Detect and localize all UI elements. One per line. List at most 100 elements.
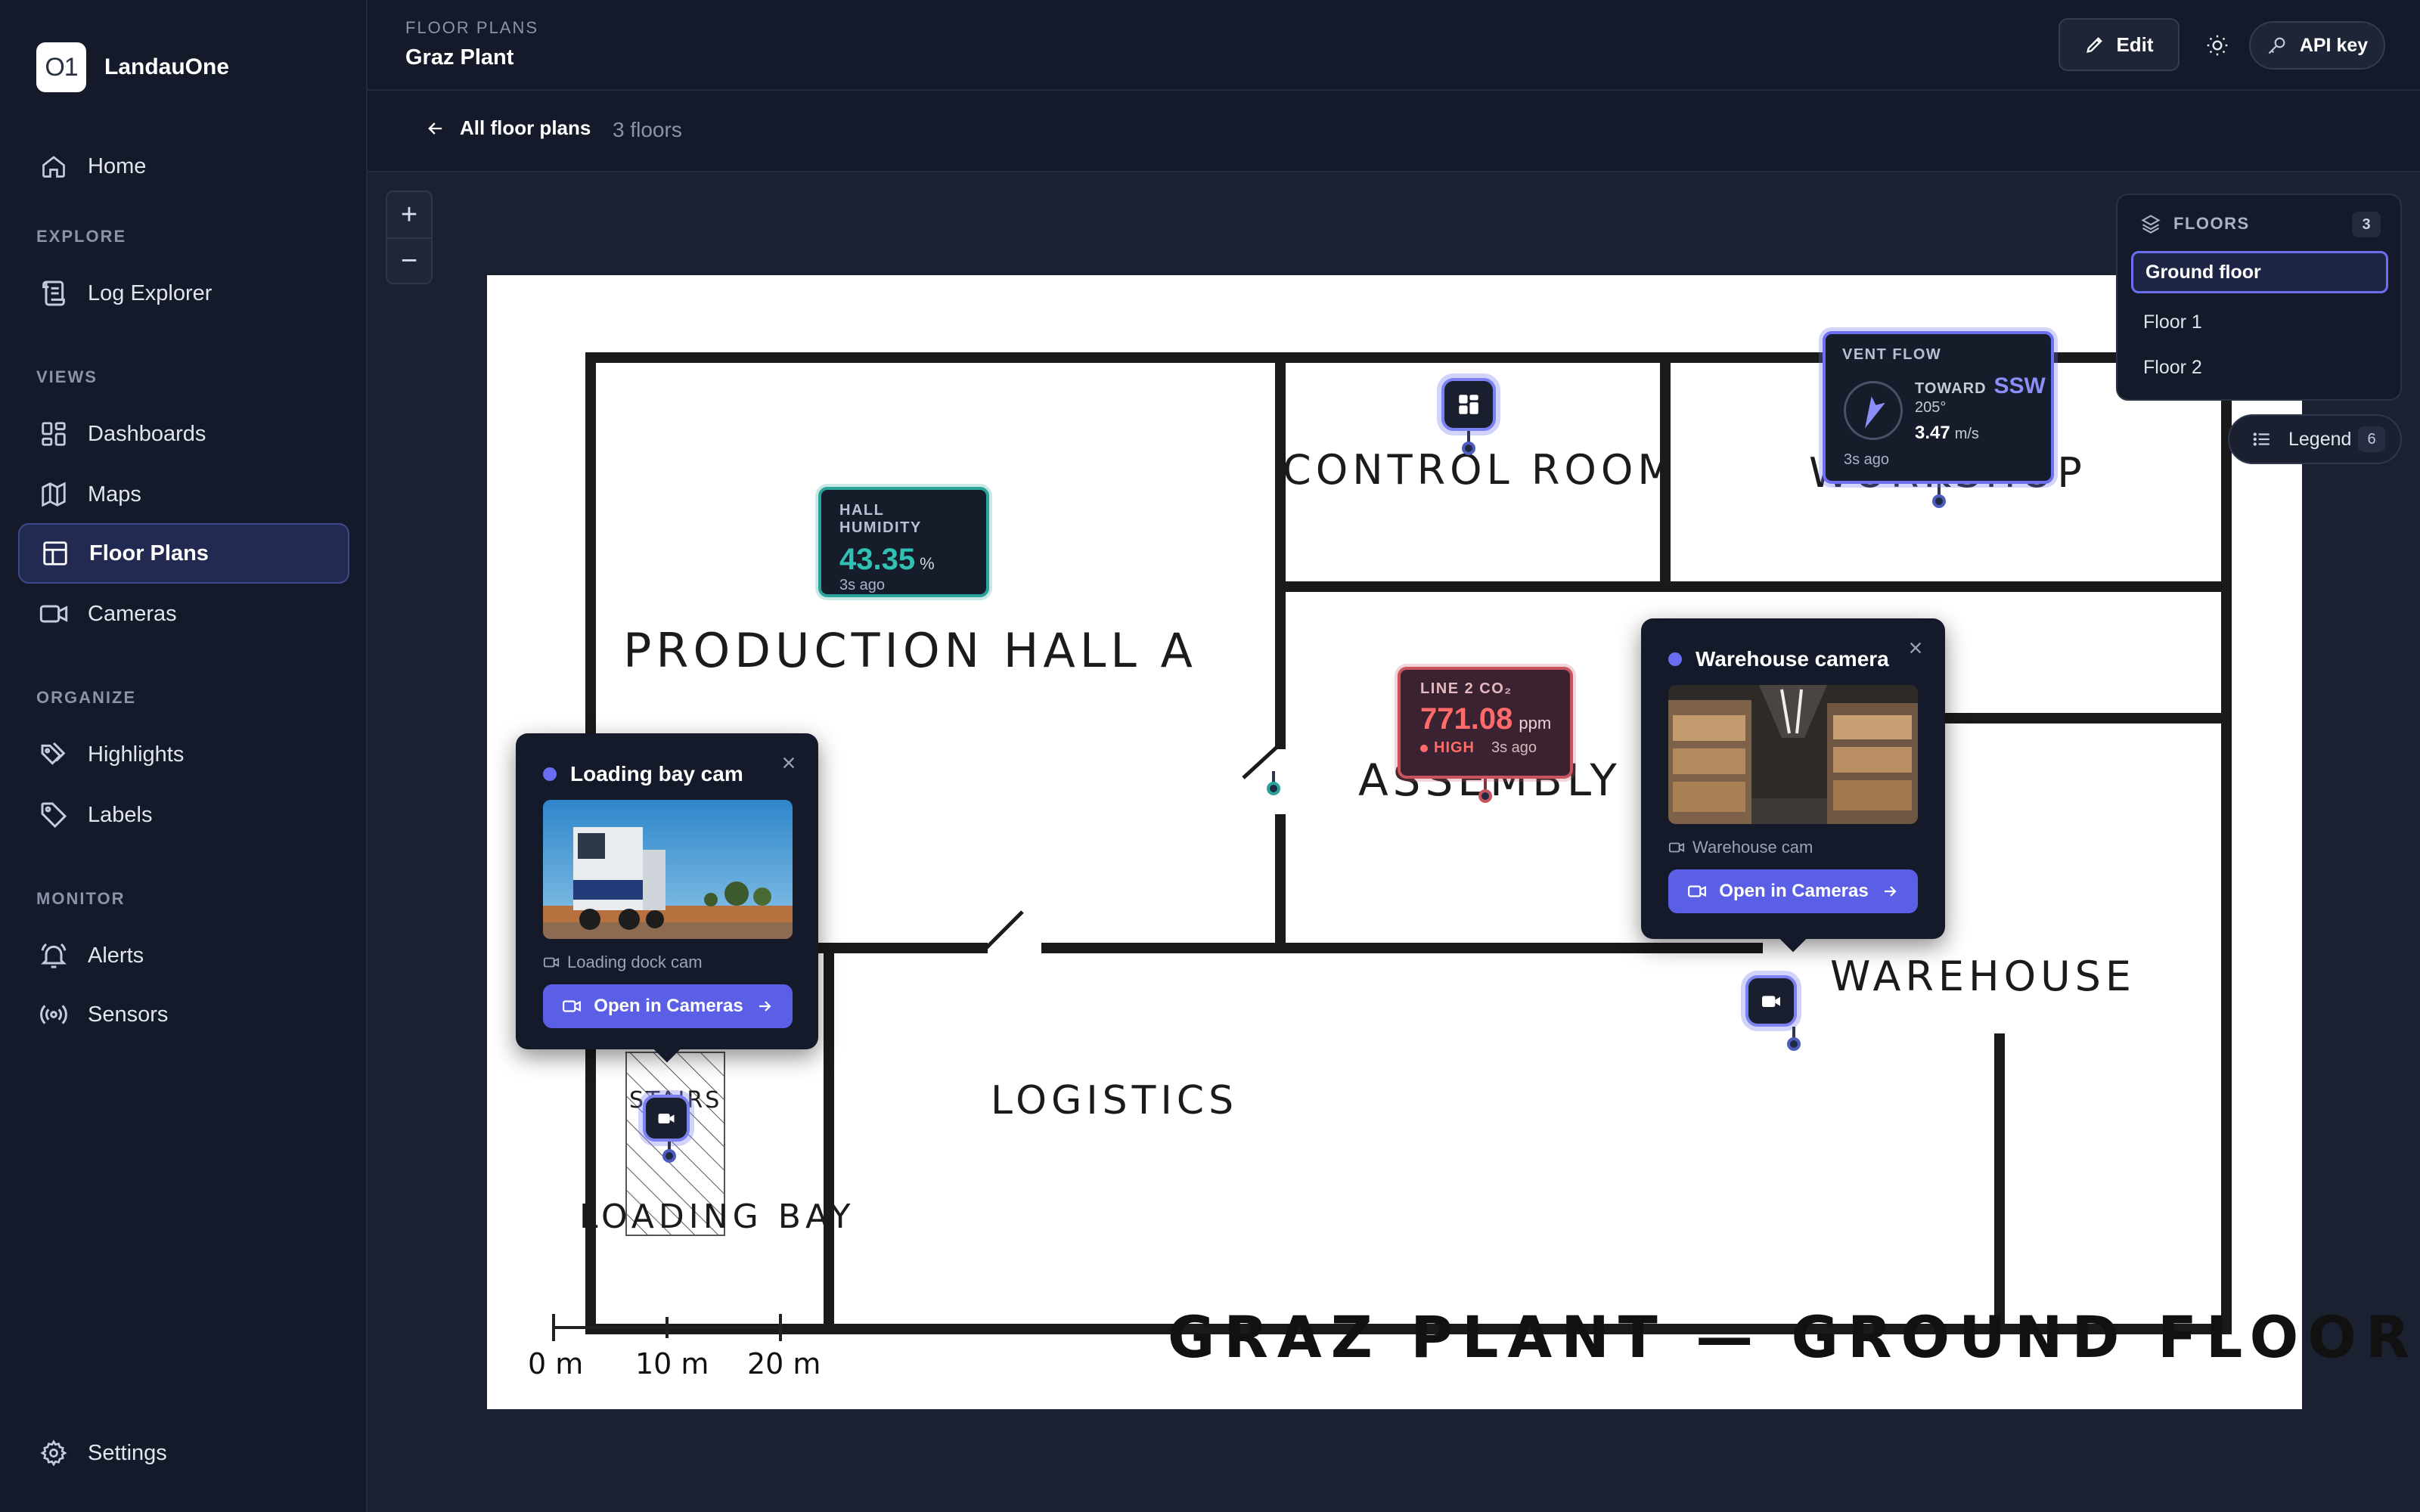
scale-label-0: 0 m [528, 1347, 584, 1380]
floor-option-2[interactable]: Floor 2 [2131, 346, 2388, 389]
api-key-button[interactable]: API key [2249, 21, 2385, 70]
brand[interactable]: O1 LandauOne [36, 42, 229, 92]
dashboard-marker[interactable] [1441, 378, 1496, 431]
nav-sensors-label: Sensors [88, 1002, 169, 1027]
pencil-icon [2086, 37, 2103, 53]
floor-option-1[interactable]: Floor 1 [2131, 301, 2388, 343]
home-icon [36, 149, 71, 184]
zoom-in-button[interactable]: + [387, 192, 431, 237]
humidity-pin[interactable] [1267, 782, 1280, 795]
warehouse-popover-title: Warehouse camera [1668, 647, 1889, 671]
warehouse-popover-close-button[interactable] [1904, 637, 1927, 659]
theme-toggle[interactable] [2199, 27, 2235, 64]
loading-camera-thumbnail[interactable] [543, 800, 793, 939]
loading-popover-close-button[interactable] [777, 751, 800, 774]
humidity-unit: % [920, 554, 935, 573]
sub-bar: All floor plans 3 floors [368, 91, 2420, 172]
warehouse-camera-pin[interactable] [1787, 1037, 1801, 1051]
nav-highlights[interactable]: Highlights [18, 724, 349, 785]
co2-status-badge: HIGH [1420, 739, 1475, 757]
floor-option-ground[interactable]: Ground floor [2131, 251, 2388, 293]
nav-section-monitor: MONITOR [36, 889, 126, 908]
warehouse-camera-marker[interactable] [1745, 975, 1797, 1027]
humidity-value-row: 43.35% [839, 543, 968, 577]
dashboard-grid-icon [1459, 395, 1478, 414]
nav-alerts[interactable]: Alerts [18, 925, 349, 986]
vent-direction: SSW [1993, 373, 2046, 398]
room-label-production-hall: PRODUCTION HALL A [623, 623, 1197, 678]
nav-section-organize: ORGANIZE [36, 688, 137, 707]
warehouse-open-in-cameras-button[interactable]: Open in Cameras [1668, 869, 1918, 913]
broadcast-icon [36, 997, 71, 1032]
nav-settings[interactable]: Settings [18, 1423, 349, 1483]
nav-cameras[interactable]: Cameras [18, 584, 349, 644]
back-to-floor-plans-link[interactable]: All floor plans [425, 116, 591, 140]
scale-label-20: 20 m [747, 1347, 821, 1380]
nav-cameras-label: Cameras [88, 601, 177, 626]
floors-panel-title: FLOORS [2173, 214, 2250, 233]
compass-needle-icon [1865, 396, 1885, 429]
nav-log-explorer[interactable]: Log Explorer [18, 263, 349, 324]
video-icon [1688, 885, 1707, 897]
video-icon [1668, 842, 1685, 853]
floors-count-badge: 3 [2352, 212, 2381, 237]
floors-panel-header: FLOORS [2140, 213, 2250, 234]
key-icon [2268, 37, 2285, 54]
list-icon [2253, 432, 2270, 446]
zoom-out-button[interactable]: − [387, 237, 431, 283]
floor-plan-icon [38, 536, 73, 571]
nav-maps-label: Maps [88, 482, 141, 507]
nav-section-views: VIEWS [36, 367, 98, 386]
vent-speed-unit: m/s [1954, 426, 1979, 442]
plan-title: GRAZ PLANT — GROUND FLOOR [1168, 1303, 2419, 1371]
close-icon [1910, 642, 1922, 654]
vent-flow-widget[interactable]: VENT FLOW TOWARD SSW 205° 3.47 m/s 3s ago [1823, 331, 2054, 484]
legend-label: Legend [2288, 428, 2352, 450]
arrow-left-icon [428, 122, 442, 135]
vent-degrees: 205° [1915, 399, 1947, 416]
loading-camera-marker[interactable] [643, 1095, 690, 1142]
vent-info: TOWARD SSW 205° 3.47 m/s [1915, 373, 2046, 444]
loading-open-in-cameras-button[interactable]: Open in Cameras [543, 984, 793, 1028]
co2-pin[interactable] [1478, 789, 1492, 803]
loading-popover-source-label: Loading dock cam [567, 953, 703, 971]
nav-alerts-label: Alerts [88, 943, 144, 968]
api-key-label: API key [2299, 34, 2369, 56]
loading-popover-source: Loading dock cam [543, 953, 703, 972]
vent-toward-label: TOWARD [1915, 380, 1987, 397]
camera-icon [1762, 996, 1780, 1007]
co2-sensor-widget[interactable]: LINE 2 CO₂ 771.08 ppm HIGH 3s ago [1398, 667, 1573, 779]
nav-labels[interactable]: Labels [18, 785, 349, 845]
co2-updated: 3s ago [1491, 739, 1537, 756]
floor-plan-canvas[interactable]: + − PRODUCTION HALL A CONTROL ROOM ASSEM… [369, 174, 2420, 1512]
legend-button[interactable]: Legend 6 [2228, 414, 2402, 464]
vent-pin[interactable] [1932, 494, 1946, 508]
nav-labels-label: Labels [88, 802, 153, 827]
tags-icon [36, 737, 71, 772]
loading-popover-title: Loading bay cam [543, 762, 743, 786]
floor-count: 3 floors [613, 118, 682, 141]
nav-floor-plans-label: Floor Plans [89, 541, 209, 565]
loading-camera-pin[interactable] [662, 1149, 676, 1163]
dashboard-pin[interactable] [1462, 442, 1475, 455]
back-link-label: All floor plans [460, 116, 591, 139]
humidity-label: HALL HUMIDITY [839, 502, 922, 536]
vent-label: VENT FLOW [1842, 346, 1942, 363]
humidity-sensor-widget[interactable]: HALL HUMIDITY 43.35% 3s ago [818, 487, 989, 597]
humidity-updated: 3s ago [839, 577, 886, 593]
tag-icon [36, 798, 71, 832]
nav-floor-plans[interactable]: Floor Plans [18, 523, 349, 584]
loading-camera-popover: Loading bay cam Loading dock cam Open in… [516, 733, 818, 1063]
nav-home[interactable]: Home [18, 136, 349, 197]
vent-updated: 3s ago [1844, 451, 1890, 468]
sidebar: O1 LandauOne Home EXPLORE Log Explorer V… [0, 0, 368, 1512]
warehouse-camera-thumbnail[interactable] [1668, 685, 1918, 824]
warehouse-open-in-cameras-label: Open in Cameras [1719, 881, 1869, 901]
nav-sensors[interactable]: Sensors [18, 984, 349, 1045]
room-label-loading-bay: LOADING BAY [579, 1198, 855, 1236]
nav-dashboards[interactable]: Dashboards [18, 404, 349, 464]
edit-button[interactable]: Edit [2059, 18, 2180, 71]
room-label-warehouse: WAREHOUSE [1830, 953, 2136, 1000]
nav-maps[interactable]: Maps [18, 464, 349, 525]
video-icon [36, 596, 71, 631]
